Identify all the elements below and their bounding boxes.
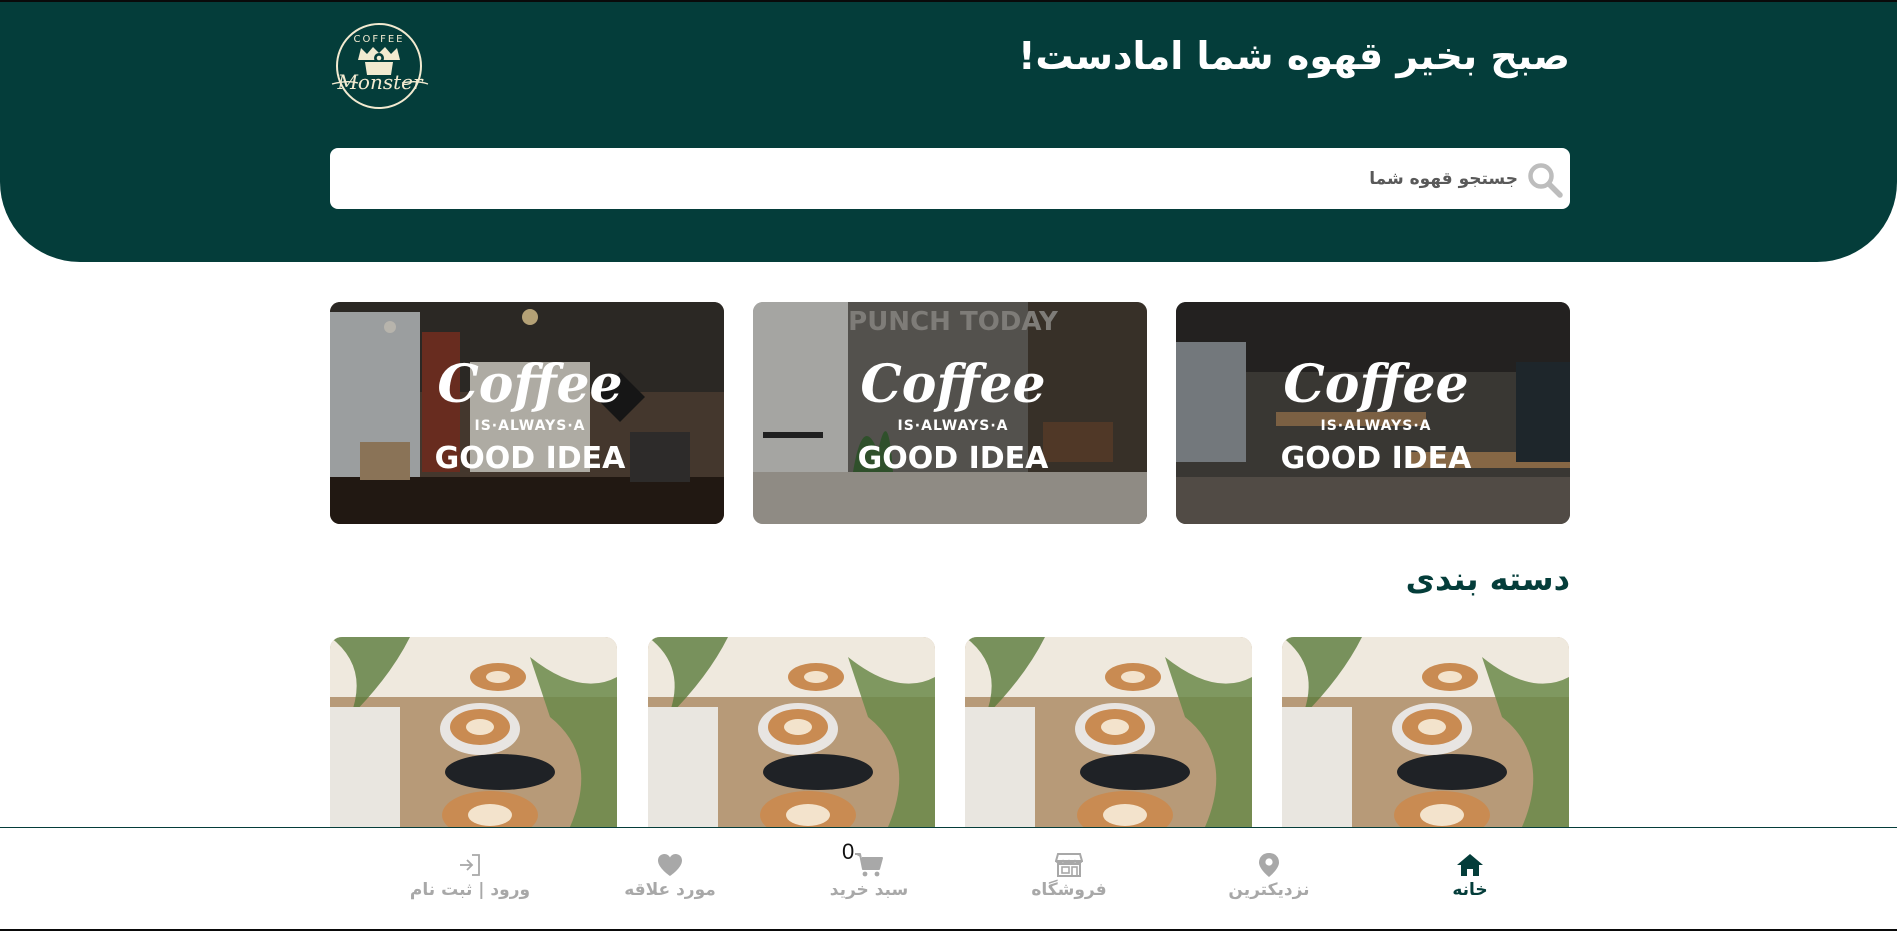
greeting-title: صبح بخیر قهوه شما امادست!: [1018, 34, 1570, 78]
banner-1-line1: Coffee: [437, 354, 622, 415]
coffee-monster-logo[interactable]: COFFEE Monster: [328, 20, 432, 112]
nav-item-favorites[interactable]: مورد علاقه: [590, 852, 750, 912]
banner-2-line2: IS·ALWAYS·A: [898, 418, 1009, 434]
map-pin-icon: [1259, 853, 1279, 877]
nav-label-shop: فروشگاه: [1031, 880, 1107, 900]
banner-1-line3: GOOD IDEA: [435, 441, 627, 476]
latte-cups-photo: [330, 637, 617, 827]
latte-cups-photo: [965, 637, 1252, 827]
login-icon: [460, 854, 480, 876]
promo-banner-3[interactable]: Coffee IS·ALWAYS·A GOOD IDEA: [1176, 302, 1570, 524]
nav-item-shop[interactable]: فروشگاه: [989, 852, 1149, 912]
search-icon[interactable]: [1526, 161, 1564, 199]
cart-count-badge: 0: [842, 839, 855, 864]
banner-1-line2: IS·ALWAYS·A: [475, 418, 586, 434]
promo-banner-2[interactable]: PUNCH TODAY Coffee IS·ALWAYS·A GOOD IDEA: [753, 302, 1147, 524]
home-icon: [1457, 854, 1483, 876]
banner-2-line1: Coffee: [860, 354, 1045, 415]
latte-cups-photo: [1282, 637, 1569, 827]
banner-3-line2: IS·ALWAYS·A: [1321, 418, 1432, 434]
nav-label-login: ورود | ثبت نام: [409, 880, 531, 900]
nav-label-home: خانه: [1452, 880, 1488, 900]
nav-item-nearest[interactable]: نزدیکترین: [1189, 852, 1349, 912]
banner-3-line3: GOOD IDEA: [1281, 441, 1473, 476]
nav-item-login[interactable]: ورود | ثبت نام: [390, 852, 550, 912]
search-input[interactable]: [330, 148, 1570, 209]
banner-3-line1: Coffee: [1283, 354, 1468, 415]
latte-cups-photo: [648, 637, 935, 827]
category-card[interactable]: [965, 637, 1252, 827]
categories-title: دسته بندی: [1405, 560, 1570, 598]
promo-banner-1[interactable]: Coffee IS·ALWAYS·A GOOD IDEA: [330, 302, 724, 524]
nav-item-cart[interactable]: 0 سبد خرید: [789, 839, 949, 912]
category-card[interactable]: [330, 637, 617, 827]
bottom-nav: خانه نزدیکترین فروشگاه 0 سبد خرید مورد ع…: [0, 827, 1897, 931]
cart-icon: [855, 853, 883, 877]
nav-label-cart: سبد خرید: [829, 880, 909, 900]
nav-item-home[interactable]: خانه: [1390, 852, 1550, 912]
category-card[interactable]: [648, 637, 935, 827]
header-banner: صبح بخیر قهوه شما امادست! COFFEE Monster: [0, 0, 1897, 262]
nav-label-favorites: مورد علاقه: [624, 880, 716, 900]
category-card[interactable]: [1282, 637, 1569, 827]
store-icon: [1055, 853, 1083, 877]
logo-top-text: COFFEE: [354, 34, 405, 45]
nav-label-nearest: نزدیکترین: [1228, 880, 1310, 900]
banner-2-line3: GOOD IDEA: [858, 441, 1050, 476]
heart-icon: [658, 854, 682, 876]
search-bar[interactable]: [330, 148, 1570, 209]
